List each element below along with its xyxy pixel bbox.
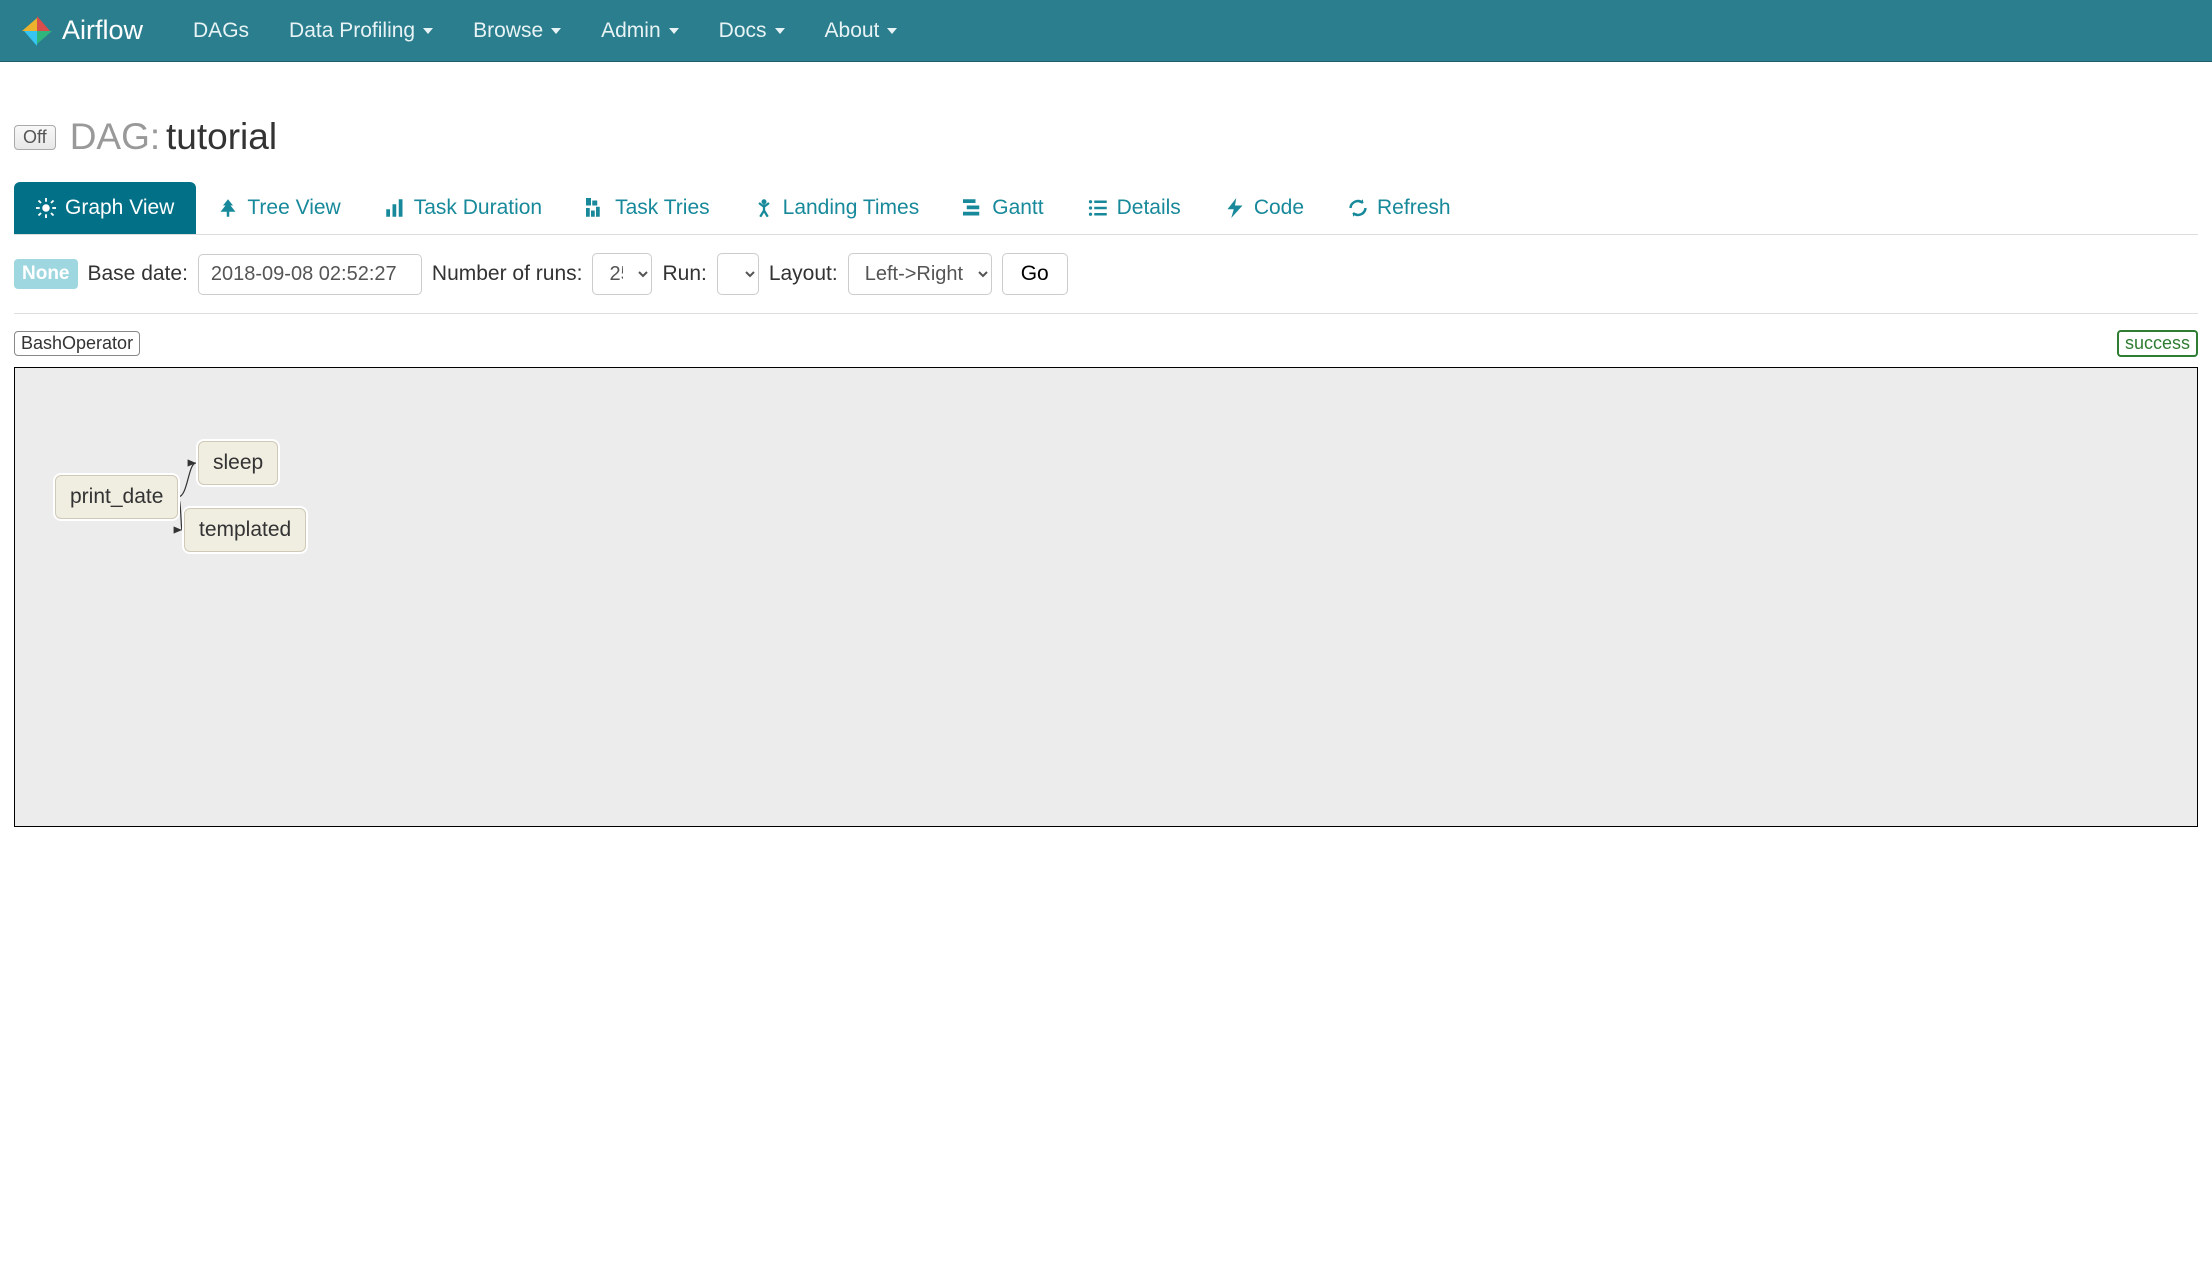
graph-edges bbox=[15, 368, 2197, 826]
tab-gantt[interactable]: Gantt bbox=[941, 182, 1065, 234]
tab-task-duration[interactable]: Task Duration bbox=[363, 182, 564, 234]
tab-label: Task Duration bbox=[414, 196, 542, 220]
controls-row: None Base date: Number of runs: 25 Run: … bbox=[14, 235, 2198, 314]
num-runs-label: Number of runs: bbox=[432, 262, 583, 286]
dag-name: tutorial bbox=[166, 116, 277, 157]
airflow-logo-icon bbox=[20, 14, 54, 48]
nav-item-dags[interactable]: DAGs bbox=[173, 1, 269, 61]
tab-label: Tree View bbox=[247, 196, 340, 220]
bolt-icon bbox=[1225, 198, 1245, 218]
legend-row: BashOperator success bbox=[14, 314, 2198, 367]
tab-label: Task Tries bbox=[615, 196, 710, 220]
caret-down-icon bbox=[669, 28, 679, 34]
caret-down-icon bbox=[423, 28, 433, 34]
edge-print_date-templated bbox=[178, 497, 182, 530]
tab-refresh[interactable]: Refresh bbox=[1326, 182, 1473, 234]
tab-tree-view[interactable]: Tree View bbox=[196, 182, 362, 234]
nav-item-about[interactable]: About bbox=[805, 1, 918, 61]
state-legend-chip[interactable]: success bbox=[2117, 330, 2198, 357]
tab-label: Graph View bbox=[65, 196, 174, 220]
nav-items: DAGsData ProfilingBrowseAdminDocsAbout bbox=[173, 1, 917, 61]
task-node-sleep[interactable]: sleep bbox=[198, 441, 278, 485]
tab-landing-times[interactable]: Landing Times bbox=[732, 182, 942, 234]
task-node-templated[interactable]: templated bbox=[184, 508, 306, 552]
tab-label: Gantt bbox=[992, 196, 1043, 220]
go-button[interactable]: Go bbox=[1002, 253, 1068, 295]
edge-print_date-sleep bbox=[178, 463, 196, 497]
brand-wrap[interactable]: Airflow bbox=[20, 14, 143, 48]
layout-label: Layout: bbox=[769, 262, 838, 286]
num-runs-select[interactable]: 25 bbox=[592, 253, 652, 295]
brand-text: Airflow bbox=[62, 15, 143, 46]
gantt-icon bbox=[963, 198, 983, 218]
land-icon bbox=[754, 198, 774, 218]
base-date-input[interactable] bbox=[198, 254, 422, 295]
caret-down-icon bbox=[551, 28, 561, 34]
caret-down-icon bbox=[887, 28, 897, 34]
base-date-label: Base date: bbox=[88, 262, 188, 286]
tab-details[interactable]: Details bbox=[1066, 182, 1203, 234]
operator-legend-chip[interactable]: BashOperator bbox=[14, 331, 140, 356]
navbar: Airflow DAGsData ProfilingBrowseAdminDoc… bbox=[0, 0, 2212, 62]
bar-icon bbox=[385, 198, 405, 218]
nav-item-browse[interactable]: Browse bbox=[453, 1, 581, 61]
nav-item-docs[interactable]: Docs bbox=[699, 1, 805, 61]
nav-item-data-profiling[interactable]: Data Profiling bbox=[269, 1, 453, 61]
caret-down-icon bbox=[775, 28, 785, 34]
layout-select[interactable]: Left->Right bbox=[848, 253, 992, 295]
run-select[interactable] bbox=[717, 253, 759, 295]
tab-graph-view[interactable]: Graph View bbox=[14, 182, 196, 234]
run-label: Run: bbox=[662, 262, 706, 286]
bartry-icon bbox=[586, 198, 606, 218]
tab-label: Details bbox=[1117, 196, 1181, 220]
refresh-icon bbox=[1348, 198, 1368, 218]
burst-icon bbox=[36, 198, 56, 218]
tab-label: Refresh bbox=[1377, 196, 1451, 220]
task-node-print_date[interactable]: print_date bbox=[55, 475, 178, 519]
schedule-badge: None bbox=[14, 259, 78, 289]
tab-label: Code bbox=[1254, 196, 1304, 220]
dag-label: DAG: bbox=[70, 116, 160, 157]
list-icon bbox=[1088, 198, 1108, 218]
graph-canvas[interactable]: print_date sleep templated bbox=[14, 367, 2198, 827]
nav-item-admin[interactable]: Admin bbox=[581, 1, 699, 61]
tabs-row: Graph View Tree View Task Duration Task Tri… bbox=[14, 182, 2198, 235]
title-row: Off DAG: tutorial bbox=[14, 116, 2198, 158]
tab-label: Landing Times bbox=[783, 196, 920, 220]
tree-icon bbox=[218, 198, 238, 218]
dag-toggle-button[interactable]: Off bbox=[14, 125, 56, 150]
tab-task-tries[interactable]: Task Tries bbox=[564, 182, 732, 234]
tab-code[interactable]: Code bbox=[1203, 182, 1326, 234]
